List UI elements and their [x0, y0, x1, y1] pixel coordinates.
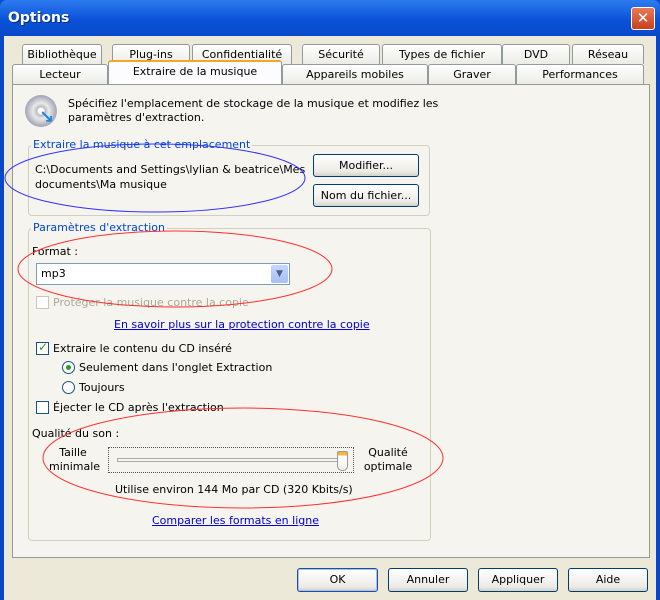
cd-rip-icon: ↘ [25, 95, 57, 128]
tab-bibliotheque[interactable]: Bibliothèque [22, 44, 102, 64]
protect-label: Protéger la musique contre la copie [53, 296, 249, 309]
format-value: mp3 [41, 267, 66, 280]
max-label-1: Qualité [368, 446, 408, 459]
tab-appareils-mobiles[interactable]: Appareils mobiles [282, 64, 428, 84]
tab-dvd[interactable]: DVD [502, 44, 570, 64]
quality-slider[interactable] [108, 447, 354, 473]
format-select[interactable]: mp3 ▼ [36, 263, 290, 285]
usage-text: Utilise environ 144 Mo par CD (320 Kbits… [115, 483, 353, 496]
tab-types-de-fichier[interactable]: Types de fichier [382, 44, 502, 64]
dialog-body: Bibliothèque Plug-ins Confidentialité Sé… [4, 36, 656, 600]
filename-button[interactable]: Nom du fichier... [313, 184, 419, 207]
radio-always[interactable] [62, 381, 75, 394]
settings-group-label: Paramètres d'extraction [31, 221, 167, 234]
tab-performances[interactable]: Performances [516, 64, 644, 84]
intro-line-2: paramètres d'extraction. [68, 111, 205, 124]
tab-securite[interactable]: Sécurité [302, 44, 380, 64]
cancel-button[interactable]: Annuler [388, 568, 468, 592]
protect-info-link[interactable]: En savoir plus sur la protection contre … [114, 318, 370, 331]
slider-thumb[interactable] [337, 451, 348, 471]
ok-button[interactable]: OK [297, 568, 378, 592]
options-window: Options ✕ Bibliothèque Plug-ins Confiden… [0, 0, 660, 600]
tab-reseau[interactable]: Réseau [572, 44, 644, 64]
min-size-label: Taille minimale [49, 446, 101, 474]
eject-checkbox[interactable] [36, 401, 49, 414]
protect-checkbox[interactable] [36, 296, 49, 309]
modify-button[interactable]: Modifier... [313, 154, 419, 177]
path-line-1: C:\Documents and Settings\lylian & beatr… [35, 163, 306, 176]
radio-only-tab[interactable] [62, 361, 75, 374]
path-line-2: documents\Ma musique [35, 178, 167, 191]
quality-label: Qualité du son : [32, 427, 120, 440]
format-label: Format : [32, 245, 78, 258]
tab-lecteur[interactable]: Lecteur [12, 64, 108, 84]
radio-only-tab-label: Seulement dans l'onglet Extraction [79, 361, 273, 374]
eject-label: Éjecter le CD après l'extraction [53, 401, 224, 414]
compare-formats-link[interactable]: Comparer les formats en ligne [152, 514, 319, 527]
rip-cd-label: Extraire le contenu du CD inséré [53, 342, 232, 355]
window-title: Options [8, 10, 70, 26]
checkmark-icon: ✓ [38, 340, 49, 354]
radio-always-label: Toujours [79, 381, 125, 394]
chevron-down-icon[interactable]: ▼ [271, 265, 288, 283]
slider-track [117, 458, 345, 462]
help-button[interactable]: Aide [568, 568, 648, 592]
tab-graver[interactable]: Graver [428, 64, 516, 84]
intro-line-1: Spécifiez l'emplacement de stockage de l… [68, 97, 439, 110]
min-label-1: Taille [59, 446, 87, 459]
min-label-2: minimale [49, 460, 101, 473]
tab-panel: ↘ Spécifiez l'emplacement de stockage de… [12, 84, 650, 558]
max-label-2: optimale [363, 460, 413, 473]
tab-extraire-musique[interactable]: Extraire de la musique [108, 60, 282, 84]
rip-cd-checkbox[interactable]: ✓ [36, 340, 49, 355]
max-quality-label: Qualité optimale [363, 446, 413, 474]
location-group-label: Extraire la musique à cet emplacement [31, 138, 253, 151]
close-button[interactable]: ✕ [631, 7, 655, 30]
apply-button[interactable]: Appliquer [478, 568, 558, 592]
